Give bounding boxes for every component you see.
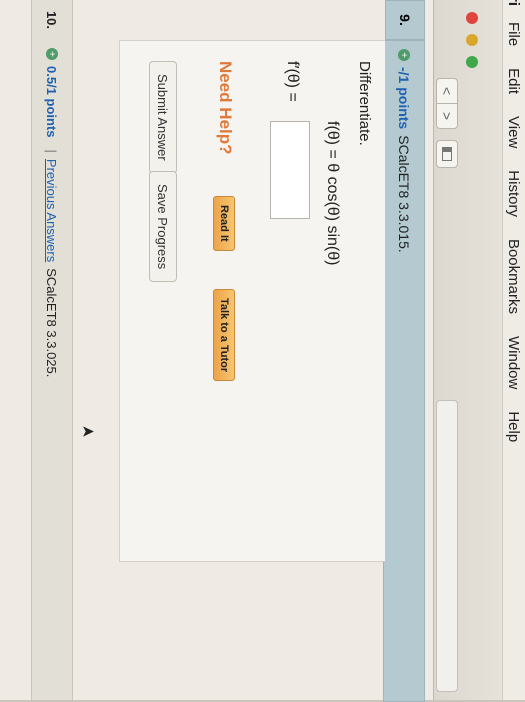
back-button[interactable]: < <box>436 78 458 104</box>
browser-window: ri File Edit View History Bookmarks Wind… <box>0 0 525 702</box>
chevron-right-icon: > <box>439 111 455 121</box>
question-number: 9. <box>385 0 425 40</box>
app-name: ri <box>505 0 523 7</box>
zoom-window-button[interactable] <box>466 56 478 68</box>
menu-file[interactable]: File <box>506 22 523 46</box>
submit-answer-button[interactable]: Submit Answer <box>149 61 177 174</box>
mouse-cursor-icon: ➤ <box>81 423 95 441</box>
question-10-reference: SCalcET8 3.3.025. <box>44 268 60 378</box>
sidebar-icon <box>442 147 452 161</box>
menu-history[interactable]: History <box>506 170 523 217</box>
answer-label: f′(θ) = <box>284 61 301 102</box>
menu-view[interactable]: View <box>506 116 523 148</box>
save-progress-button[interactable]: Save Progress <box>149 171 177 283</box>
read-it-button[interactable]: Read It <box>213 196 235 251</box>
expand-plus-icon[interactable]: + <box>398 49 410 61</box>
address-bar[interactable] <box>436 400 458 692</box>
question-body: Differentiate. f(θ) = θ cos(θ) sin(θ) f′… <box>119 40 385 562</box>
question-header: + -/1 points SCalcET8 3.3.015. <box>383 40 425 702</box>
talk-to-tutor-button[interactable]: Talk to a Tutor <box>213 289 235 382</box>
question-instruction: Differentiate. <box>356 61 373 146</box>
menu-bookmarks[interactable]: Bookmarks <box>506 239 523 314</box>
sidebar-toggle-button[interactable] <box>436 140 458 168</box>
separator: | <box>44 149 60 153</box>
window-toolbar: < > <box>433 0 502 700</box>
question-reference: SCalcET8 3.3.015. <box>396 135 412 253</box>
need-help-label: Need Help? <box>216 61 235 155</box>
menu-edit[interactable]: Edit <box>506 68 523 94</box>
minimize-window-button[interactable] <box>466 34 478 46</box>
question-10-points[interactable]: 0.5/1 points <box>45 66 60 138</box>
menu-window[interactable]: Window <box>506 336 523 389</box>
question-points[interactable]: -/1 points <box>396 67 412 129</box>
menu-bar: ri File Edit View History Bookmarks Wind… <box>502 0 525 700</box>
forward-button[interactable]: > <box>436 103 458 129</box>
chevron-left-icon: < <box>439 86 455 96</box>
page-content: 9. + -/1 points SCalcET8 3.3.015. Differ… <box>0 0 433 702</box>
expand-plus-icon[interactable]: + <box>46 48 58 60</box>
menu-help[interactable]: Help <box>506 411 523 442</box>
question-equation: f(θ) = θ cos(θ) sin(θ) <box>324 121 341 266</box>
previous-answers-link[interactable]: Previous Answers <box>45 159 60 262</box>
close-window-button[interactable] <box>466 12 478 24</box>
question-10-header: 10. + 0.5/1 points | Previous Answers SC… <box>31 0 73 700</box>
question-10-number: 10. <box>44 10 60 30</box>
answer-input[interactable] <box>270 121 310 219</box>
